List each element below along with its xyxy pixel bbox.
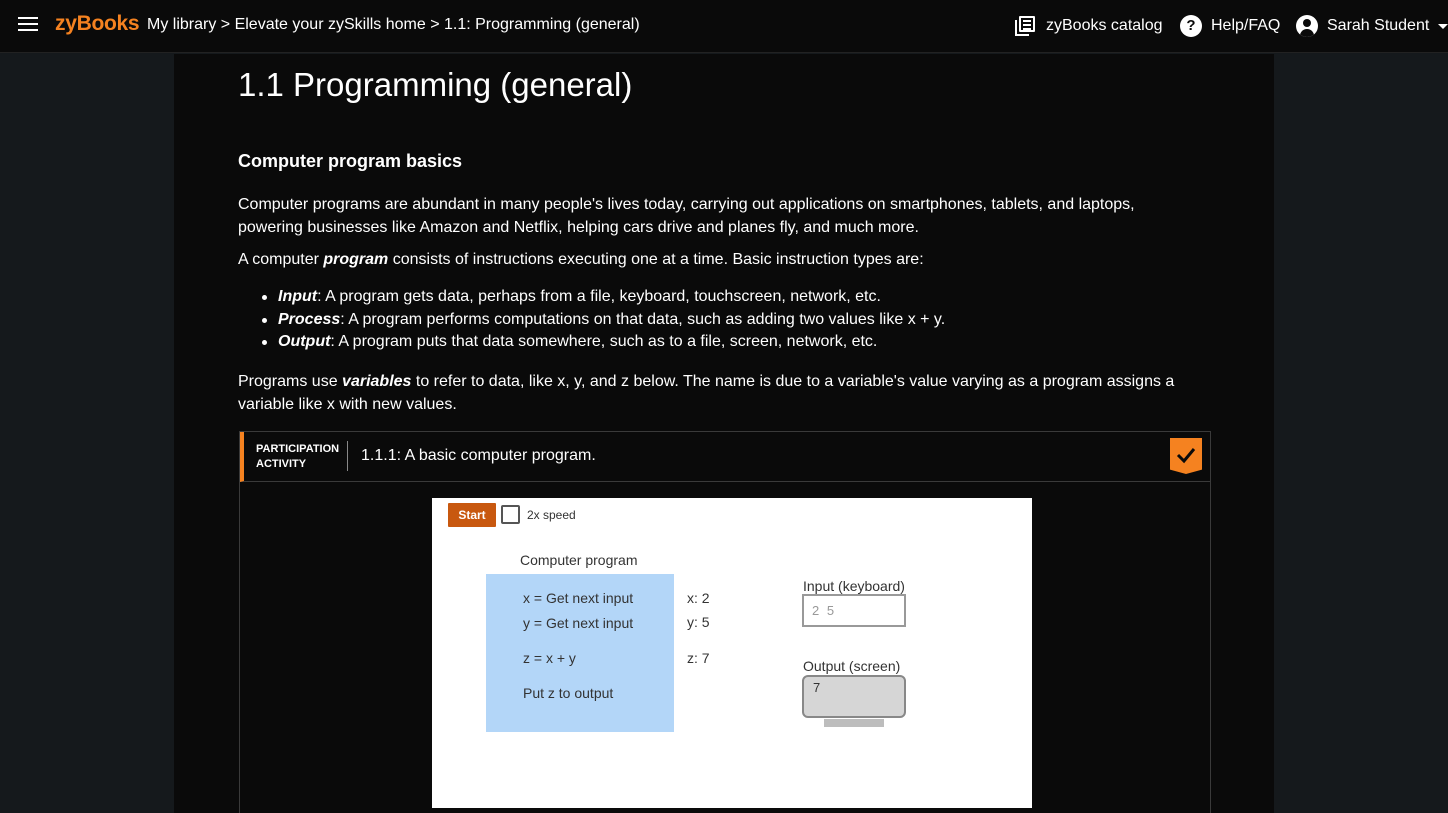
program-line: y = Get next input (523, 615, 634, 631)
completion-check-icon (1170, 438, 1202, 474)
top-navigation-bar: zyBooks My library > Elevate your zySkil… (0, 0, 1448, 53)
speed-checkbox[interactable] (501, 505, 520, 524)
content-column: 1.1 Programming (general) Computer progr… (174, 54, 1274, 813)
participation-activity: PARTICIPATION ACTIVITY 1.1.1: A basic co… (239, 431, 1211, 813)
variable-value: x: 2 (687, 590, 710, 606)
text: : A program gets data, perhaps from a fi… (317, 288, 881, 305)
breadcrumb-separator: > (216, 16, 235, 33)
activity-title: 1.1.1: A basic computer program. (361, 447, 596, 464)
user-name: Sarah Student (1327, 17, 1430, 34)
variable-value: y: 5 (687, 614, 710, 630)
text: : A program puts that data somewhere, su… (330, 333, 878, 350)
activity-label-line: ACTIVITY (256, 458, 307, 470)
dropdown-caret-icon (1438, 23, 1448, 29)
zybooks-catalog-link[interactable]: zyBooks catalog (1015, 14, 1163, 38)
library-books-icon (1015, 16, 1035, 36)
menu-icon[interactable] (18, 17, 38, 33)
instruction-types-list: Input: A program gets data, perhaps from… (260, 286, 945, 354)
page-title: 1.1 Programming (general) (238, 66, 633, 103)
output-screen: 7 (802, 675, 906, 718)
breadcrumb-current-section: 1.1: Programming (general) (444, 16, 640, 33)
screen-stand (824, 719, 884, 727)
help-faq-label: Help/FAQ (1211, 17, 1281, 34)
list-item: Input: A program gets data, perhaps from… (260, 286, 945, 309)
program-line: x = Get next input (523, 590, 634, 606)
program-line: Put z to output (523, 685, 614, 701)
output-title: Output (screen) (803, 658, 901, 674)
keyboard-input-box: 2 5 (802, 594, 906, 627)
text: A computer (238, 251, 324, 268)
speed-label: 2x speed (527, 508, 576, 522)
animation-canvas: Start 2x speed Computer program x = Get … (432, 498, 1032, 808)
help-icon: ? (1180, 15, 1202, 37)
breadcrumb: My library > Elevate your zySkills home … (147, 16, 640, 34)
program-title: Computer program (520, 552, 638, 568)
term-variables: variables (342, 373, 412, 390)
activity-type-label: PARTICIPATION ACTIVITY (256, 442, 346, 472)
program-definition-paragraph: A computer program consists of instructi… (238, 248, 1203, 271)
breadcrumb-separator: > (425, 16, 444, 33)
account-circle-icon (1296, 15, 1318, 37)
text: Programs use (238, 373, 343, 390)
section-heading: Computer program basics (238, 151, 463, 171)
term-output: Output (278, 333, 331, 350)
list-item: Process: A program performs computations… (260, 309, 945, 332)
text: : A program performs computations on tha… (340, 310, 946, 328)
user-menu[interactable]: Sarah Student (1296, 14, 1448, 38)
variables-paragraph: Programs use variables to refer to data,… (238, 370, 1203, 416)
term-input: Input (278, 288, 318, 305)
intro-paragraph: Computer programs are abundant in many p… (238, 196, 1135, 236)
zybooks-logo[interactable]: zyBooks (55, 12, 140, 36)
breadcrumb-book-home[interactable]: Elevate your zySkills home (235, 16, 426, 33)
variable-value: z: 7 (687, 650, 710, 666)
start-button[interactable]: Start (448, 503, 496, 527)
header-divider (347, 441, 348, 471)
activity-header: PARTICIPATION ACTIVITY 1.1.1: A basic co… (240, 432, 1210, 482)
zybooks-catalog-label: zyBooks catalog (1046, 17, 1163, 34)
term-process: Process (278, 310, 341, 328)
program-line: z = x + y (523, 650, 576, 666)
term-program: program (323, 251, 389, 268)
input-title: Input (keyboard) (803, 578, 905, 594)
breadcrumb-my-library[interactable]: My library (147, 16, 216, 33)
text: consists of instructions executing one a… (388, 251, 924, 268)
activity-label-line: PARTICIPATION (256, 443, 340, 455)
help-faq-link[interactable]: ? Help/FAQ (1180, 14, 1280, 38)
list-item: Output: A program puts that data somewhe… (260, 331, 945, 354)
